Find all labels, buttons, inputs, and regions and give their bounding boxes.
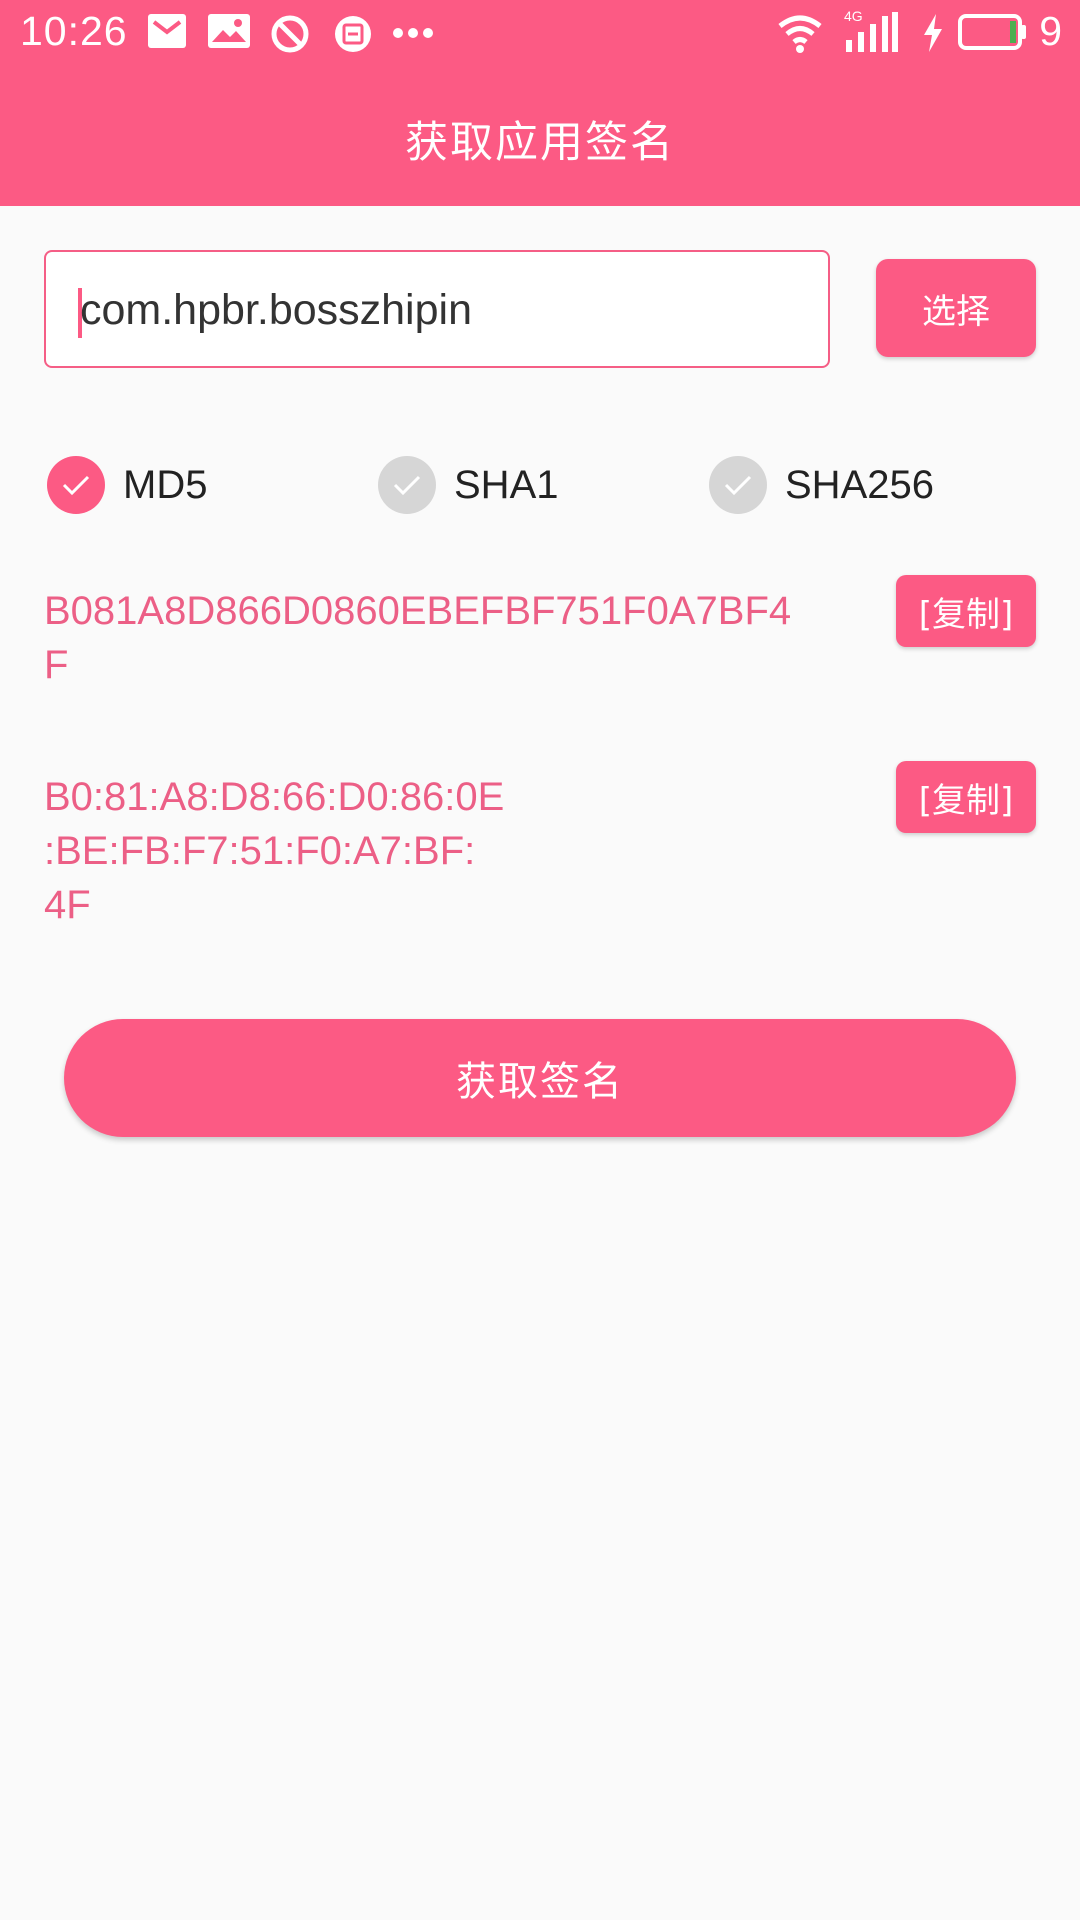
copy-colon-button[interactable]: [复制] xyxy=(896,761,1036,833)
page-title: 获取应用签名 xyxy=(405,118,675,168)
battery-percent: 9 xyxy=(1039,8,1062,54)
radio-sha256[interactable]: SHA256 xyxy=(709,456,934,514)
check-icon xyxy=(378,456,436,514)
radio-md5[interactable]: MD5 xyxy=(47,456,207,514)
status-time: 10:26 xyxy=(20,8,128,54)
signature-result-colon: B0:81:A8:D8:66:D0:86:0E :BE:FB:F7:51:F0:… xyxy=(44,775,505,927)
select-button[interactable]: 选择 xyxy=(876,259,1036,357)
app-header: 10:26 4G 9 获取应用签名 xyxy=(0,0,1080,206)
mail-icon xyxy=(148,14,186,52)
get-signature-button[interactable]: 获取签名 xyxy=(64,1019,1016,1137)
signature-result-plain: B081A8D866D0860EBEFBF751F0A7BF4 F xyxy=(44,589,792,687)
wifi-icon xyxy=(776,12,824,58)
package-name-input[interactable]: com.hpbr.bosszhipin xyxy=(44,250,830,368)
radio-label-sha1: SHA1 xyxy=(454,462,559,507)
check-icon xyxy=(709,456,767,514)
app-icon xyxy=(333,14,373,58)
radio-label-sha256: SHA256 xyxy=(785,462,934,507)
more-icon xyxy=(392,24,434,43)
charging-icon xyxy=(922,14,944,56)
network-type: 4G xyxy=(844,8,863,24)
radio-sha1[interactable]: SHA1 xyxy=(378,456,559,514)
battery-icon xyxy=(958,14,1028,54)
copy-plain-button[interactable]: [复制] xyxy=(896,575,1036,647)
package-name-value: com.hpbr.bosszhipin xyxy=(80,286,472,334)
block-icon xyxy=(270,14,310,58)
image-icon xyxy=(208,14,250,52)
status-bar: 10:26 4G 9 xyxy=(0,0,1080,66)
radio-label-md5: MD5 xyxy=(123,462,208,507)
check-icon xyxy=(47,456,105,514)
